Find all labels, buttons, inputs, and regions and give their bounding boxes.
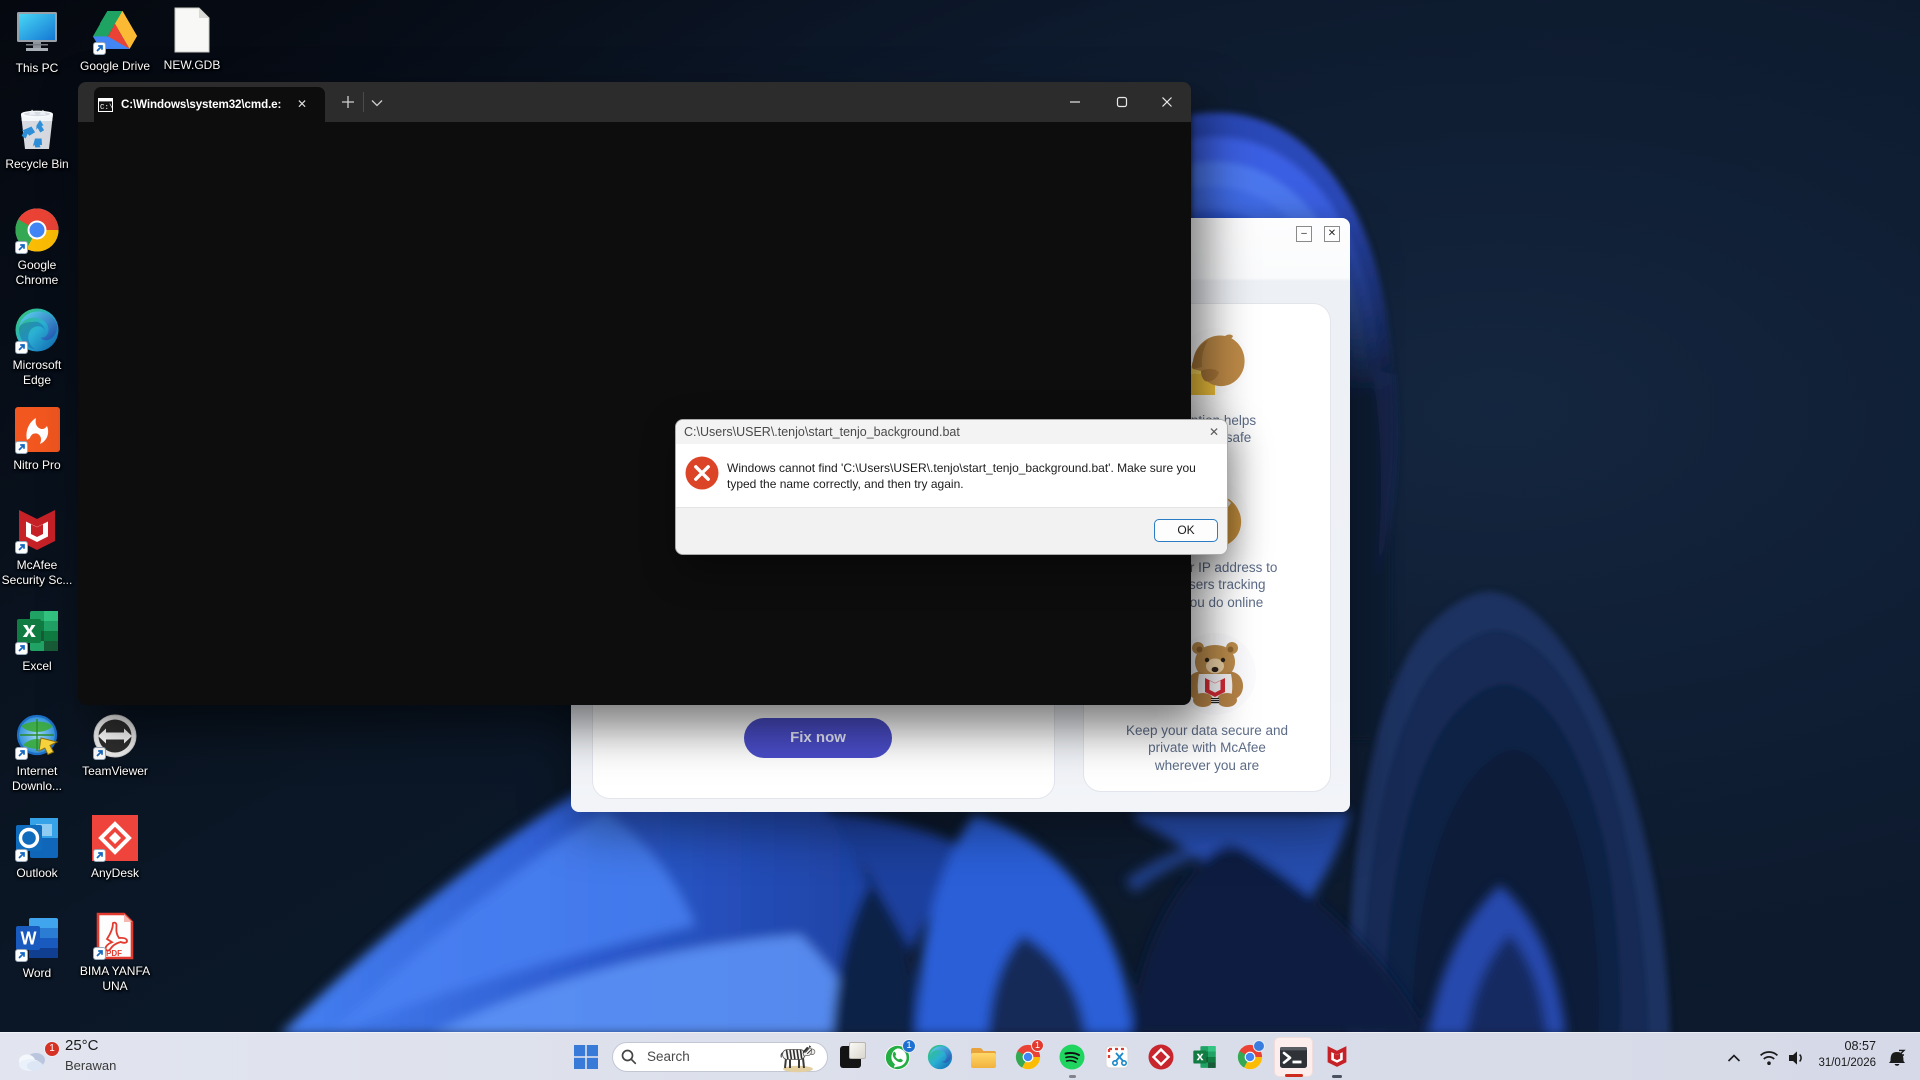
svg-text:PDF: PDF <box>106 949 122 958</box>
svg-text:C:\: C:\ <box>100 104 113 112</box>
